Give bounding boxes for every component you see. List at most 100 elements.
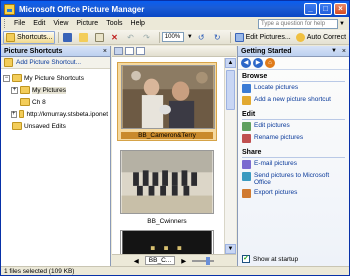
- rotate-right-button[interactable]: ↻: [212, 31, 227, 44]
- tree-item[interactable]: Ch 8: [3, 96, 108, 108]
- scroll-down-icon[interactable]: ▼: [225, 244, 236, 254]
- folder-icon: [18, 110, 25, 118]
- thumbnail-frame: BB_Cameron&Terry: [117, 62, 217, 141]
- shortcuts-button[interactable]: Shortcuts...: [3, 30, 56, 44]
- window-title: Microsoft Office Picture Manager: [19, 4, 145, 14]
- thumbnails-view-button[interactable]: [114, 47, 123, 55]
- folder-icon: [12, 74, 22, 82]
- previous-picture-icon[interactable]: ◀: [134, 257, 139, 265]
- menu-view[interactable]: View: [49, 20, 72, 27]
- task-label: Export pictures: [254, 189, 298, 196]
- next-picture-icon[interactable]: ▶: [181, 257, 186, 265]
- current-file-name: BB_C...: [144, 256, 176, 265]
- zoom-select[interactable]: 100%: [161, 32, 184, 42]
- menu-file[interactable]: File: [10, 20, 29, 27]
- menu-help[interactable]: Help: [127, 20, 149, 27]
- thumbnail-item[interactable]: BB_Cwinners: [117, 150, 217, 225]
- forward-arrow-icon[interactable]: ▶: [253, 58, 263, 68]
- pane-title: Picture Shortcuts: [4, 47, 63, 55]
- show-at-startup-option[interactable]: ✓ Show at startup: [242, 255, 298, 263]
- maximize-button[interactable]: □: [319, 3, 332, 15]
- folder-icon: [20, 86, 30, 94]
- menu-edit[interactable]: Edit: [29, 20, 49, 27]
- scroll-thumb[interactable]: [226, 70, 235, 110]
- slider-thumb[interactable]: [206, 256, 211, 265]
- undo-button[interactable]: ↶: [125, 31, 140, 44]
- section-title: Edit: [242, 111, 345, 120]
- thumbnail-item[interactable]: [117, 230, 217, 254]
- chevron-down-icon[interactable]: ▼: [338, 21, 346, 27]
- email-button[interactable]: [93, 31, 108, 44]
- tree-item[interactable]: + http://kmurray.stsbeta.iponet: [3, 108, 108, 120]
- task-label: Edit pictures: [254, 122, 290, 129]
- add-shortcut-label: Add Picture Shortcut...: [16, 59, 82, 66]
- section-title: Browse: [242, 73, 345, 82]
- thumbnail-list: BB_Cameron&Terry BB_Cwinners: [112, 58, 224, 254]
- task-icon: [242, 172, 251, 181]
- task-pane-header: Getting Started ▼ ×: [238, 46, 349, 57]
- thumbnail-item[interactable]: BB_Cameron&Terry: [117, 62, 217, 141]
- menu-tools[interactable]: Tools: [102, 20, 126, 27]
- redo-button[interactable]: ↷: [141, 31, 156, 44]
- delete-icon: ✕: [111, 32, 118, 42]
- getting-started-task-pane: Getting Started ▼ × ◀ ▶ ⌂ Browse Locate p…: [237, 46, 349, 266]
- tree-item[interactable]: Unsaved Edits: [3, 120, 108, 132]
- undo-icon: ↶: [127, 32, 134, 42]
- collapse-icon[interactable]: −: [3, 74, 10, 82]
- task-link[interactable]: E-mail pictures: [242, 160, 345, 169]
- close-pane-icon[interactable]: ×: [103, 48, 107, 55]
- title-bar[interactable]: Microsoft Office Picture Manager _ □ ×: [1, 1, 349, 17]
- auto-correct-icon: [295, 32, 305, 42]
- standard-toolbar: Shortcuts... ✕ ↶ ↷ 100% ▼ ↺ ↻ Edit Pictu…: [1, 30, 349, 45]
- single-picture-view-button[interactable]: [136, 47, 145, 55]
- edit-pictures-button[interactable]: Edit Pictures...: [233, 31, 293, 44]
- task-icon: [242, 84, 251, 93]
- task-link[interactable]: Locate pictures: [242, 84, 345, 93]
- tree-item[interactable]: + My Pictures: [3, 84, 108, 96]
- menu-grip: [4, 19, 7, 28]
- task-icon: [242, 134, 251, 143]
- task-section: Edit Edit pictures Rename pictures: [238, 108, 349, 143]
- zoom-slider[interactable]: [192, 256, 215, 265]
- task-label: Send pictures to Microsoft Office: [254, 172, 330, 186]
- task-pane-nav: ◀ ▶ ⌂: [238, 57, 349, 70]
- close-pane-icon[interactable]: ×: [342, 48, 346, 55]
- filmstrip-view-button[interactable]: [125, 47, 134, 55]
- delete-button[interactable]: ✕: [109, 31, 124, 44]
- task-label: Rename pictures: [254, 134, 304, 141]
- auto-correct-button[interactable]: Auto Correct: [294, 31, 348, 44]
- task-link[interactable]: Edit pictures: [242, 122, 345, 131]
- tree-item[interactable]: − My Picture Shortcuts: [3, 72, 108, 84]
- task-link[interactable]: Export pictures: [242, 189, 345, 198]
- close-button[interactable]: ×: [334, 3, 347, 15]
- edit-pictures-label: Edit Pictures...: [245, 33, 291, 41]
- save-icon: [63, 32, 73, 42]
- startup-checkbox[interactable]: ✓: [242, 255, 250, 263]
- minimize-button[interactable]: _: [304, 3, 317, 15]
- rotate-left-button[interactable]: ↺: [196, 31, 211, 44]
- toolbar-separator: [229, 31, 231, 43]
- expand-icon[interactable]: +: [11, 86, 18, 94]
- expand-icon[interactable]: +: [11, 110, 17, 118]
- save-button[interactable]: [61, 31, 76, 44]
- chevron-down-icon[interactable]: ▼: [331, 48, 337, 54]
- scroll-up-icon[interactable]: ▲: [225, 58, 236, 68]
- picture-navigation-bar: ◀ BB_C... ▶: [112, 254, 236, 266]
- pane-header: Picture Shortcuts ×: [1, 46, 110, 57]
- photo-team-image: [120, 150, 214, 214]
- menu-picture[interactable]: Picture: [72, 20, 102, 27]
- thumbnail-scrollbar[interactable]: ▲ ▼: [224, 58, 236, 254]
- add-folder-icon: [4, 58, 13, 67]
- help-search-input[interactable]: Type a question for help: [258, 18, 338, 29]
- back-arrow-icon[interactable]: ◀: [241, 58, 251, 68]
- home-icon[interactable]: ⌂: [265, 58, 275, 68]
- open-button[interactable]: [77, 31, 92, 44]
- zoom-dropdown[interactable]: ▼: [185, 31, 195, 44]
- task-link[interactable]: Rename pictures: [242, 134, 345, 143]
- task-link[interactable]: Add a new picture shortcut: [242, 96, 345, 105]
- folder-icon: [12, 122, 22, 130]
- status-bar: 1 files selected (109 KB): [1, 266, 349, 275]
- task-section: Browse Locate pictures Add a new picture s…: [238, 70, 349, 105]
- task-link[interactable]: Send pictures to Microsoft Office: [242, 172, 345, 186]
- add-picture-shortcut-link[interactable]: Add Picture Shortcut...: [1, 57, 110, 69]
